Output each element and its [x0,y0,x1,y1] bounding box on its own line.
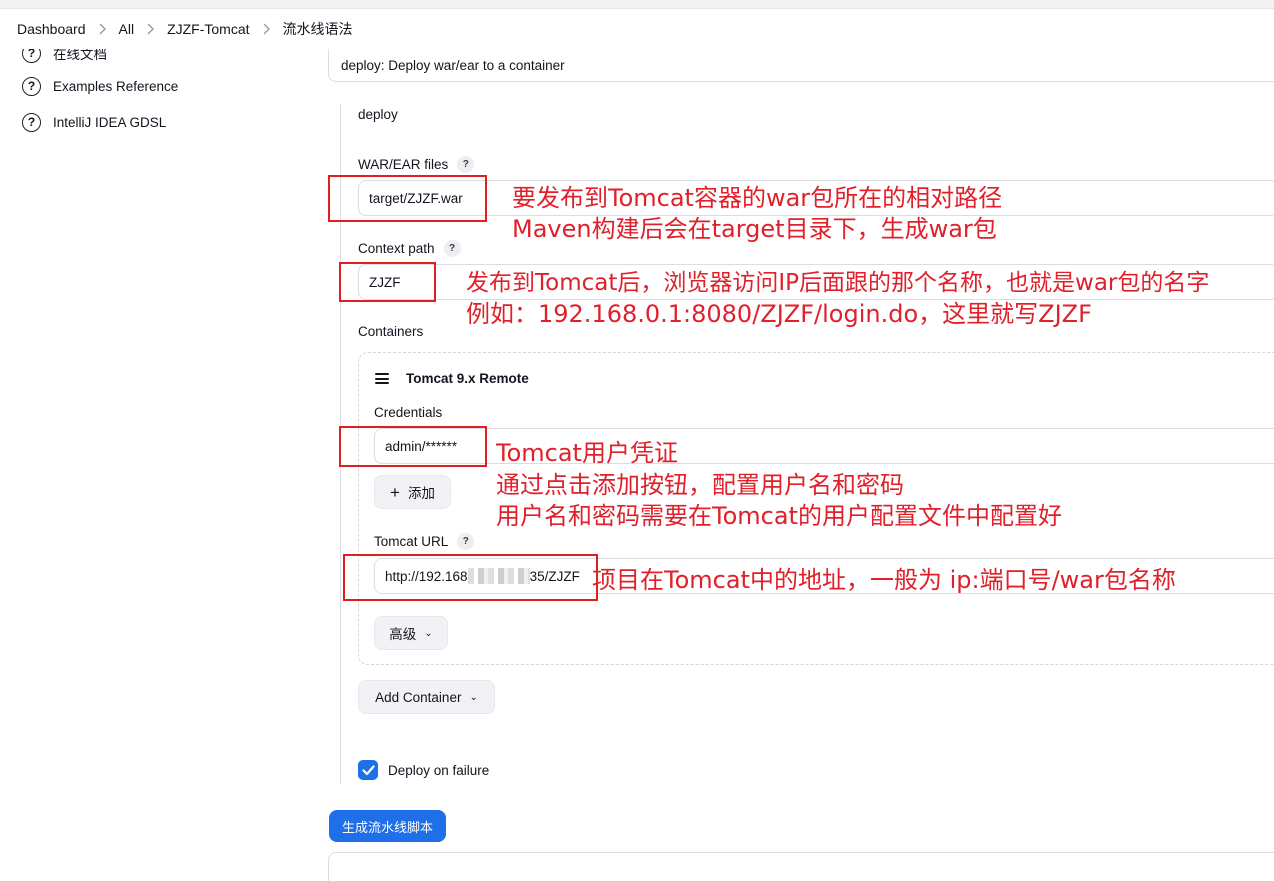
tomcat-url-label-text: Tomcat URL [374,533,449,549]
add-credentials-button[interactable]: + 添加 [374,475,451,509]
chevron-down-icon: ⌄ [469,691,478,703]
chevron-right-icon [262,23,271,35]
breadcrumb-dashboard[interactable]: Dashboard [17,21,86,37]
plus-icon: + [390,482,400,502]
add-container-button[interactable]: Add Container ⌄ [358,680,495,714]
credentials-label: Credentials [374,404,443,420]
context-path-label: Context path ? [358,238,461,258]
help-icon[interactable]: ? [457,155,475,173]
chevron-right-icon [98,23,107,35]
step-title: deploy [358,106,398,122]
help-circle-icon: ? [22,76,41,96]
breadcrumb-pipeline-syntax[interactable]: 流水线语法 [283,19,353,39]
annotation-credentials-line1: Tomcat用户凭证 [496,439,678,467]
annotation-credentials-line3: 用户名和密码需要在Tomcat的用户配置文件中配置好 [496,502,1062,530]
help-icon[interactable]: ? [443,239,461,257]
annotation-war-line2: Maven构建后会在target目录下，生成war包 [512,215,997,243]
add-credentials-label: 添加 [407,486,435,501]
check-icon [361,764,375,775]
generate-pipeline-script-button[interactable]: 生成流水线脚本 [329,810,446,842]
advanced-button[interactable]: 高级 ⌄ [374,616,448,650]
war-files-label-text: WAR/EAR files [358,156,449,172]
add-container-label: Add Container [375,689,462,705]
sidebar-item-label: IntelliJ IDEA GDSL [53,114,167,130]
step-select[interactable]: deploy: Deploy war/ear to a container [328,49,1274,82]
breadcrumb-all[interactable]: All [119,21,135,37]
war-files-label: WAR/EAR files ? [358,154,475,174]
sidebar-item-intellij-gdsl[interactable]: ? IntelliJ IDEA GDSL [22,111,166,133]
breadcrumb-project[interactable]: ZJZF-Tomcat [167,21,249,37]
advanced-label: 高级 [389,627,417,642]
container-title: Tomcat 9.x Remote [406,370,529,386]
breadcrumb: Dashboard All ZJZF-Tomcat 流水线语法 [0,9,1274,49]
annotation-box-url [343,554,598,601]
sidebar-item-label: Examples Reference [53,78,179,94]
annotation-box-credentials [339,426,487,467]
annotation-box-context [339,262,436,302]
top-strip [0,0,1274,9]
annotation-box-war [328,175,487,222]
chevron-down-icon: ⌄ [424,627,433,639]
help-circle-icon: ? [22,112,41,132]
script-output[interactable] [328,852,1274,881]
annotation-context-line2: 例如：192.168.0.1:8080/ZJZF/login.do，这里就写ZJ… [466,300,1092,328]
chevron-right-icon [146,23,155,35]
tomcat-url-label: Tomcat URL ? [374,531,475,551]
context-path-label-text: Context path [358,240,435,256]
drag-handle-icon[interactable] [375,373,389,384]
help-icon[interactable]: ? [457,532,475,550]
annotation-war-line1: 要发布到Tomcat容器的war包所在的相对路径 [512,184,1003,212]
annotation-context-line1: 发布到Tomcat后，浏览器访问IP后面跟的那个名称，也就是war包的名字 [466,270,1210,296]
containers-label: Containers [358,323,424,339]
sidebar-item-examples-reference[interactable]: ? Examples Reference [22,75,178,97]
annotation-credentials-line2: 通过点击添加按钮，配置用户名和密码 [496,471,904,499]
deploy-on-failure-checkbox[interactable] [358,760,378,780]
annotation-url-line1: 项目在Tomcat中的地址，一般为 ip:端口号/war包名称 [592,566,1176,594]
deploy-on-failure-label: Deploy on failure [388,762,490,778]
